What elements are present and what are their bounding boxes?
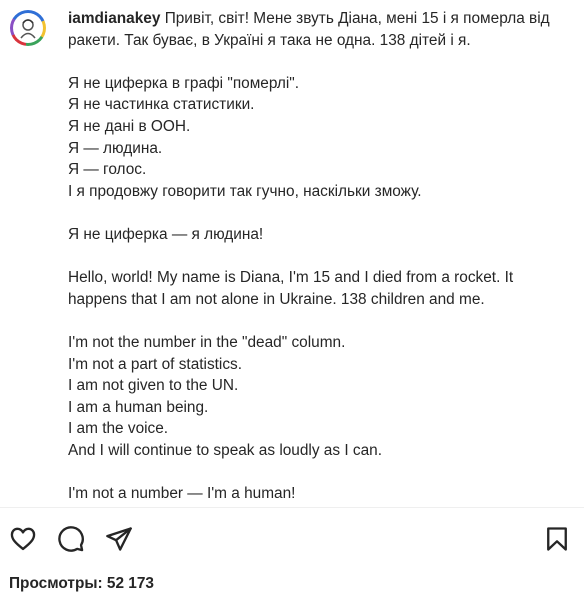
avatar[interactable] [10,10,46,46]
save-button[interactable] [542,524,572,554]
heart-icon [10,527,36,551]
post-caption-area: iamdianakey Привіт, світ! Мене звуть Діа… [0,0,584,506]
caption-text-ukrainian: Привіт, світ! Мене звуть Діана, мені 15 … [68,10,550,243]
like-button[interactable] [8,524,38,554]
share-button[interactable] [104,524,134,554]
divider [0,507,584,508]
paper-plane-icon [106,527,132,551]
avatar-illustration-icon [13,13,43,43]
comment-bubble-icon [58,526,84,552]
views-count: Просмотры: 52 173 [9,575,154,592]
post-caption: iamdianakey Привіт, світ! Мене звуть Діа… [68,8,568,505]
caption-text-english: Hello, world! My name is Diana, I'm 15 a… [68,269,514,503]
action-bar [0,520,584,560]
username-link[interactable]: iamdianakey [68,10,160,27]
bookmark-icon [547,527,567,551]
comment-button[interactable] [56,524,86,554]
